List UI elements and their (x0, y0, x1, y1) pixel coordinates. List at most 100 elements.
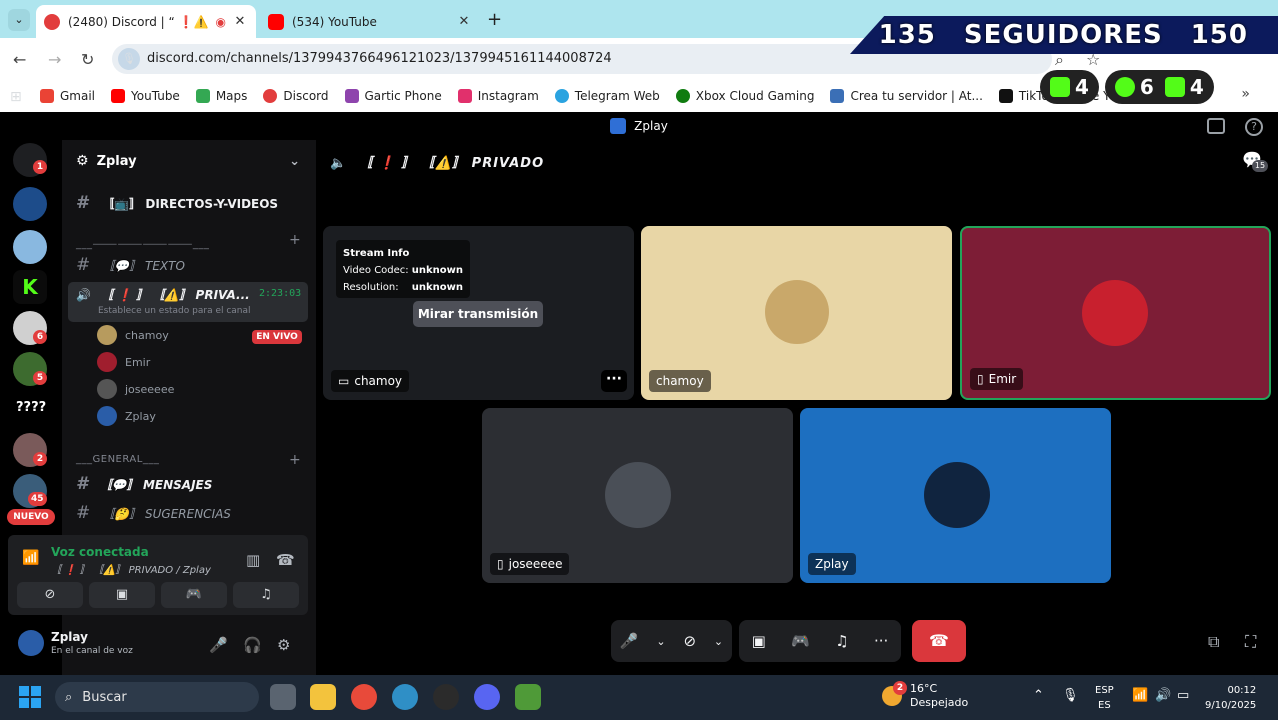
server-header[interactable]: ⚙ Zplay ⌄ (62, 145, 316, 177)
server-qmarks[interactable]: ???? (16, 400, 46, 415)
tile-label: chamoy (649, 370, 711, 392)
taskbar-search[interactable]: ⌕ Buscar (55, 682, 259, 712)
mic-permission-icon[interactable]: 🎙 (118, 48, 140, 70)
bookmark-gartic[interactable]: Gartic Phone (344, 89, 442, 103)
tab-search-button[interactable]: ⌄ (8, 9, 30, 31)
wifi-icon[interactable]: 📶 (1132, 688, 1148, 703)
close-tab-icon[interactable]: ✕ (456, 14, 472, 29)
task-view-icon[interactable] (270, 684, 296, 710)
bookmark-youtube[interactable]: YouTube (111, 89, 180, 103)
tab-youtube[interactable]: (534) YouTube ✕ (260, 5, 480, 38)
voice-member[interactable]: chamoy (97, 325, 169, 345)
obs-icon[interactable] (433, 684, 459, 710)
camera-off-button[interactable]: ⊘ (17, 582, 83, 608)
gartic-icon (344, 89, 359, 103)
voice-member[interactable]: Zplay (97, 406, 156, 426)
bookmark-aternos[interactable]: Crea tu servidor | At... (830, 89, 983, 103)
minecraft-icon[interactable] (515, 684, 541, 710)
new-tab-button[interactable]: + (487, 9, 502, 30)
back-icon[interactable]: ← (13, 50, 26, 69)
codec-value: unknown (411, 265, 463, 276)
chrome-icon[interactable] (351, 684, 377, 710)
fullscreen-icon[interactable]: ⛶ (1245, 632, 1256, 652)
inbox-icon[interactable] (1207, 118, 1225, 134)
voice-member[interactable]: Emir (97, 352, 150, 372)
share-screen-button[interactable]: ▣ (89, 582, 155, 608)
user-settings-icon[interactable]: ⚙ (277, 636, 290, 654)
more-options-icon[interactable]: ··· (601, 370, 627, 392)
battery-icon[interactable]: ▭ (1177, 688, 1189, 703)
help-icon[interactable]: ? (1245, 118, 1263, 136)
close-tab-icon[interactable]: ✕ (232, 14, 248, 29)
participant-tile[interactable]: ▯ joseeeee (482, 408, 793, 583)
category-header[interactable]: ___GENERAL___ (76, 454, 159, 465)
aternos-icon (830, 89, 845, 103)
user-status: En el canal de voz (51, 646, 133, 656)
system-clock[interactable]: 00:12 9/10/2025 (1205, 683, 1256, 713)
followers-label: SEGUIDORES (963, 20, 1163, 50)
disconnect-icon[interactable]: ☎ (276, 551, 295, 569)
hash-icon: # (76, 503, 91, 523)
soundboard-button[interactable]: ♫ (233, 582, 299, 608)
server-kick-icon[interactable]: K (13, 270, 47, 304)
participant-tile[interactable]: chamoy (641, 226, 952, 400)
voice-connected-label[interactable]: Voz conectada (51, 545, 149, 559)
bookmark-maps[interactable]: Maps (195, 89, 247, 103)
user-name[interactable]: Zplay (51, 630, 88, 644)
channel-texto[interactable]: # 〚💬〛 TEXTO (76, 255, 185, 275)
popout-icon[interactable]: ⧉ (1208, 632, 1219, 652)
codec-label: Video Codec: (343, 265, 409, 276)
add-channel-icon[interactable]: + (289, 232, 301, 248)
channel-directos[interactable]: # 〚📺〛 DIRECTOS-Y-VIDEOS (76, 193, 278, 213)
url-text[interactable]: discord.com/channels/1379943766496121023… (147, 51, 612, 66)
noise-suppression-icon[interactable]: ▥ (246, 551, 260, 569)
windows-start-icon[interactable] (19, 686, 41, 708)
voice-member[interactable]: joseeeee (97, 379, 174, 399)
language-indicator[interactable]: ESP ES (1095, 683, 1114, 713)
more-icon[interactable]: ··· (874, 632, 888, 650)
more-bookmarks-icon[interactable]: » (1241, 86, 1250, 102)
bookmark-gmail[interactable]: Gmail (40, 89, 95, 103)
bookmark-discord[interactable]: Discord (263, 89, 329, 103)
voice-connected-channel[interactable]: 〚 ❗ 〛 〚⚠️〛 PRIVADO / Zplay (51, 561, 211, 576)
bookmark-telegram[interactable]: Telegram Web (554, 89, 660, 103)
discord-app-icon[interactable] (474, 684, 500, 710)
server-zplay-icon[interactable] (13, 187, 47, 221)
microphone-icon[interactable]: 🎤 (209, 636, 228, 654)
tray-mic-icon[interactable]: 🎙 (1062, 688, 1079, 703)
apps-grid-icon[interactable]: ⊞ (10, 89, 24, 105)
category-header[interactable]: ___⸻⸻⸻⸻___ (76, 235, 209, 250)
tab-discord[interactable]: (2480) Discord | “ ❗⚠️ ◉ ✕ (36, 5, 256, 38)
participant-tile-speaking[interactable]: ▯ Emir (960, 226, 1271, 400)
youtube-favicon-icon (268, 13, 284, 30)
microphone-icon[interactable]: 🎤 (620, 632, 639, 650)
disconnect-button[interactable]: ☎ (912, 620, 966, 662)
chrome-profile-icon[interactable] (392, 684, 418, 710)
activity-button[interactable]: 🎮 (161, 582, 227, 608)
headphones-icon[interactable]: 🎧 (243, 636, 262, 654)
volume-icon[interactable]: 🔊 (1155, 688, 1171, 703)
kick-badge: 4 (1040, 70, 1099, 104)
participant-tile[interactable]: Zplay (800, 408, 1111, 583)
bookmark-xbox[interactable]: Xbox Cloud Gaming (675, 89, 814, 103)
tray-expand-icon[interactable]: ⌃ (1033, 688, 1044, 703)
channel-sugerencias[interactable]: # 〚🤔〛 SUGERENCIAS (76, 503, 231, 523)
chevron-down-icon[interactable]: ⌄ (656, 635, 665, 648)
signal-icon[interactable]: 📶 (22, 550, 39, 566)
watch-stream-button[interactable]: Mirar transmisión (413, 301, 543, 327)
forward-icon[interactable]: → (48, 50, 61, 69)
reload-icon[interactable]: ↻ (81, 50, 94, 69)
bookmark-instagram[interactable]: Instagram (457, 89, 539, 103)
voice-channel-name[interactable]: 🔊 〚 ❗ 〛 〚⚠️〛 PRIVA... (76, 286, 250, 303)
voice-channel-status[interactable]: Establece un estado para el canal (98, 306, 251, 316)
add-channel-icon[interactable]: + (289, 452, 301, 468)
share-screen-icon[interactable]: ▣ (752, 632, 766, 650)
chevron-down-icon[interactable]: ⌄ (714, 635, 723, 648)
activity-icon[interactable]: 🎮 (791, 632, 810, 650)
soundboard-icon[interactable]: ♫ (835, 632, 848, 650)
file-explorer-icon[interactable] (310, 684, 336, 710)
channel-mensajes[interactable]: # 〚💬〛 MENSAJES (76, 474, 212, 494)
user-avatar[interactable] (18, 630, 44, 656)
camera-off-icon[interactable]: ⊘ (683, 632, 696, 650)
server-icon[interactable] (13, 230, 47, 264)
